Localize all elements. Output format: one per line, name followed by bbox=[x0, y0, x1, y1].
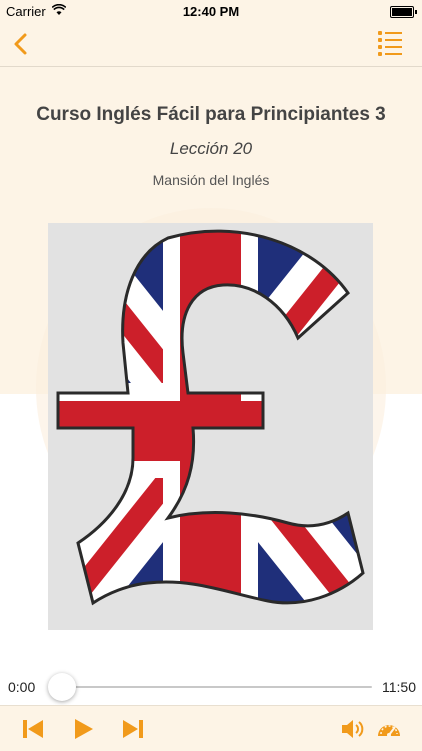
skip-forward-icon[interactable] bbox=[120, 716, 146, 742]
elapsed-time: 0:00 bbox=[8, 679, 36, 695]
navigation-bar bbox=[0, 22, 422, 67]
status-bar: Carrier 12:40 PM bbox=[0, 0, 422, 22]
clock: 12:40 PM bbox=[182, 4, 240, 19]
skip-back-icon[interactable] bbox=[20, 716, 46, 742]
list-icon[interactable] bbox=[378, 30, 402, 56]
chevron-left-icon[interactable] bbox=[8, 30, 36, 58]
union-jack-pound-sign-artwork bbox=[48, 223, 373, 630]
episode-title: Curso Inglés Fácil para Principiantes 3 bbox=[36, 104, 386, 125]
player-toolbar bbox=[0, 705, 422, 751]
battery-icon bbox=[390, 6, 417, 18]
progress-thumb[interactable] bbox=[48, 673, 76, 701]
progress-track[interactable] bbox=[60, 686, 372, 688]
volume-icon[interactable] bbox=[340, 716, 366, 742]
episode-subtitle: Lección 20 bbox=[169, 139, 253, 158]
episode-author: Mansión del Inglés bbox=[152, 172, 270, 188]
speed-gauge-icon[interactable] bbox=[376, 716, 402, 742]
play-icon[interactable] bbox=[70, 716, 96, 742]
total-duration: 11:50 bbox=[382, 679, 416, 695]
